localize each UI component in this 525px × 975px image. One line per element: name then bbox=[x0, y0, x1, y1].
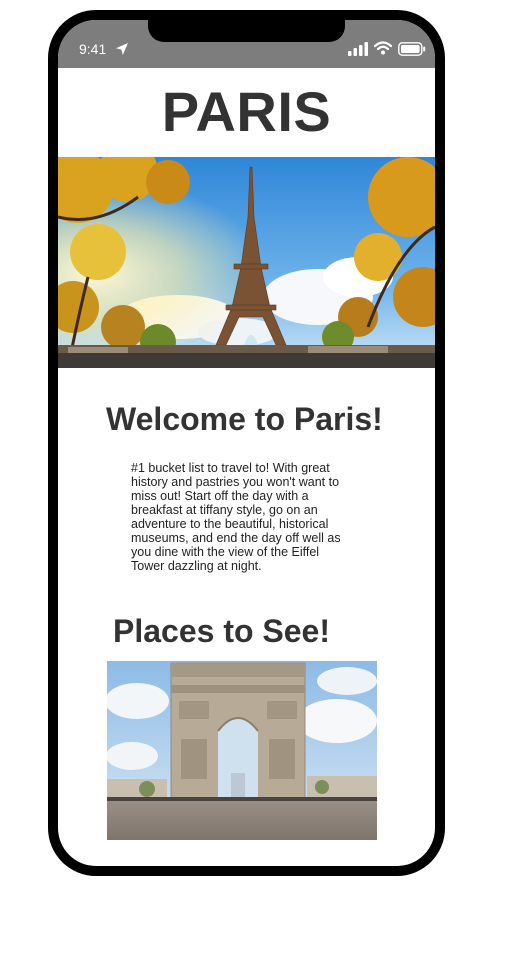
cellular-signal-icon bbox=[348, 42, 368, 56]
status-time: 9:41 bbox=[79, 41, 107, 57]
intro-line: Tower dazzling at night. bbox=[131, 559, 262, 573]
eiffel-tower-photo bbox=[58, 157, 435, 368]
notch bbox=[148, 20, 345, 42]
places-heading: Places to See! bbox=[113, 613, 330, 649]
intro-line: history and pastries you won't want to bbox=[131, 475, 340, 489]
eiffel-tower-image bbox=[58, 157, 435, 368]
intro-line: breakfast at tiffany style, go on an bbox=[131, 503, 318, 517]
battery-icon bbox=[398, 42, 426, 56]
location-arrow-icon bbox=[116, 43, 128, 55]
intro-paragraph: #1 bucket list to travel to! With great … bbox=[131, 461, 367, 573]
status-bar: 9:41 bbox=[58, 20, 435, 68]
welcome-heading: Welcome to Paris! bbox=[106, 401, 383, 437]
intro-line: museums, and end the day off well as bbox=[131, 531, 341, 545]
intro-line: miss out! Start off the day with a bbox=[131, 489, 309, 503]
wifi-icon bbox=[374, 41, 392, 55]
arc-de-triomphe-image bbox=[107, 661, 377, 840]
intro-line: adventure to the beautiful, historical bbox=[131, 517, 329, 531]
page-title: PARIS bbox=[161, 80, 332, 143]
phone-screen: 9:41 PARIS Welcome to Paris! #1 bucket l… bbox=[58, 20, 435, 866]
arc-de-triomphe-photo bbox=[107, 661, 377, 840]
intro-line: #1 bucket list to travel to! With great bbox=[131, 461, 330, 475]
intro-line: you dine with the view of the Eiffel bbox=[131, 545, 320, 559]
phone-frame: 9:41 PARIS Welcome to Paris! #1 bucket l… bbox=[48, 10, 445, 876]
